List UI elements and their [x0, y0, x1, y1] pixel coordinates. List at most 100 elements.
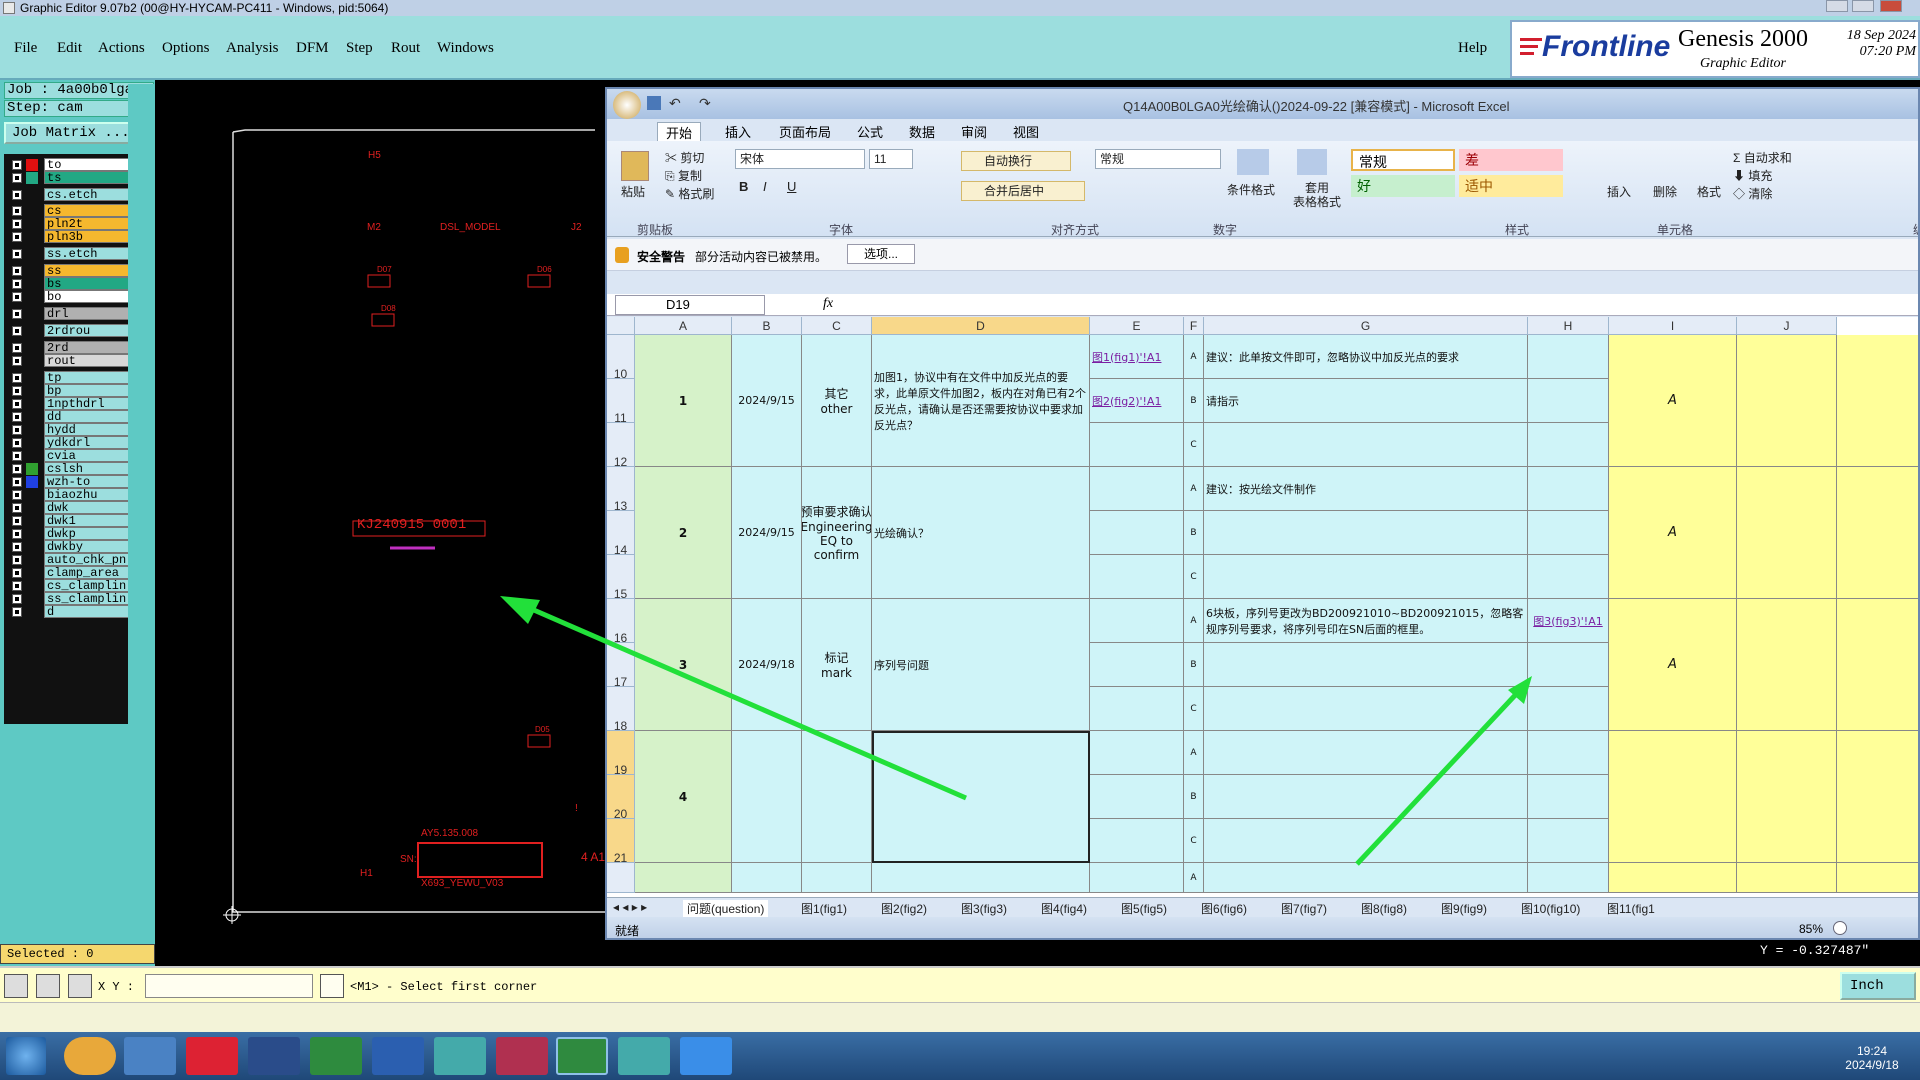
figure-link[interactable]: 图2(fig2)'!A1 — [1092, 393, 1161, 409]
excel-window[interactable]: ↶ ↷ Q14A00B0LGA0光绘确认()2024-09-22 [兼容模式] … — [605, 87, 1920, 940]
layer-checkbox[interactable] — [12, 292, 22, 302]
figure-link-cell[interactable] — [1090, 731, 1184, 775]
layer-row[interactable]: bp — [8, 384, 130, 397]
partial-cell[interactable] — [732, 863, 802, 893]
layer-name[interactable]: 2rdrou — [44, 324, 130, 337]
row-header[interactable]: 11 — [607, 379, 635, 425]
tab-formulas[interactable]: 公式 — [857, 122, 883, 141]
option-text-cell[interactable] — [1204, 775, 1528, 819]
figure-link-cell[interactable] — [1090, 819, 1184, 863]
layer-checkbox[interactable] — [12, 309, 22, 319]
taskbar-app-eye[interactable] — [434, 1037, 486, 1075]
layer-name[interactable]: wzh-to — [44, 475, 130, 488]
h-cell[interactable] — [1528, 423, 1609, 467]
layer-row[interactable]: ss_clamplin — [8, 592, 130, 605]
row-header[interactable]: 15 — [607, 555, 635, 601]
measure-tool-button[interactable] — [36, 974, 60, 998]
row-header[interactable]: 14 — [607, 511, 635, 557]
table-format-button[interactable]: 套用 表格格式 — [1293, 181, 1341, 209]
layer-name[interactable]: auto_chk_pn — [44, 553, 130, 566]
layer-row[interactable]: drl — [8, 307, 130, 320]
issue-number-cell[interactable]: 3 — [635, 599, 732, 731]
layer-name[interactable]: drl — [44, 307, 130, 320]
layer-color-swatch[interactable] — [26, 342, 38, 354]
layer-color-swatch[interactable] — [26, 528, 38, 540]
layer-name[interactable]: 1npthdrl — [44, 397, 130, 410]
partial-cell[interactable]: A — [1184, 863, 1204, 893]
h-cell[interactable] — [1528, 819, 1609, 863]
partial-cell[interactable] — [1609, 863, 1737, 893]
table-format-icon[interactable] — [1297, 149, 1327, 175]
layer-checkbox[interactable] — [12, 160, 22, 170]
layer-row[interactable]: dwk — [8, 501, 130, 514]
conditional-format-button[interactable]: 条件格式 — [1227, 181, 1275, 198]
cut-button[interactable]: ✂ 剪切 — [665, 149, 704, 166]
issue-date-cell[interactable]: 2024/9/15 — [732, 467, 802, 599]
column-header[interactable]: H — [1528, 317, 1609, 335]
layer-color-swatch[interactable] — [26, 372, 38, 384]
partial-cell[interactable] — [1737, 863, 1837, 893]
column-header[interactable]: J — [1737, 317, 1837, 335]
layer-row[interactable]: cslsh — [8, 462, 130, 475]
menu-dfm[interactable]: DFM — [296, 40, 329, 57]
layer-name[interactable]: ss_clamplin — [44, 592, 130, 605]
layer-color-swatch[interactable] — [26, 159, 38, 171]
tab-review[interactable]: 审阅 — [961, 122, 987, 141]
layer-row[interactable]: rout — [8, 354, 130, 367]
style-good[interactable]: 好 — [1351, 175, 1455, 197]
office-button[interactable] — [613, 91, 641, 119]
h-cell[interactable] — [1528, 555, 1609, 599]
layer-row[interactable]: dwkby — [8, 540, 130, 553]
layer-row[interactable]: to — [8, 158, 130, 171]
layer-checkbox[interactable] — [12, 581, 22, 591]
column-header[interactable]: A — [635, 317, 732, 335]
figure-link-cell[interactable]: 图1(fig1)'!A1 — [1090, 335, 1184, 379]
layer-row[interactable]: d — [8, 605, 130, 618]
layer-checkbox[interactable] — [12, 425, 22, 435]
style-bad[interactable]: 差 — [1459, 149, 1563, 171]
menu-file[interactable]: File — [14, 40, 37, 57]
layer-color-swatch[interactable] — [26, 205, 38, 217]
figure-link[interactable]: 图3(fig3)'!A1 — [1533, 613, 1602, 629]
layer-row[interactable]: cvia — [8, 449, 130, 462]
layer-color-swatch[interactable] — [26, 593, 38, 605]
layer-name[interactable]: rout — [44, 354, 130, 367]
layer-color-swatch[interactable] — [26, 476, 38, 488]
layer-checkbox[interactable] — [12, 279, 22, 289]
minimize-button[interactable] — [1826, 0, 1848, 12]
partial-cell[interactable] — [1090, 863, 1184, 893]
option-text-cell[interactable]: 6块板，序列号更改为BD200921010~BD200921015，忽略客规序列… — [1204, 599, 1528, 643]
column-header[interactable]: F — [1184, 317, 1204, 335]
column-header[interactable]: E — [1090, 317, 1184, 335]
layer-color-swatch[interactable] — [26, 265, 38, 277]
layer-checkbox[interactable] — [12, 343, 22, 353]
style-neutral[interactable]: 适中 — [1459, 175, 1563, 197]
layer-name[interactable]: dwk — [44, 501, 130, 514]
figure-link-cell[interactable] — [1090, 423, 1184, 467]
result-cell[interactable]: A — [1609, 467, 1737, 599]
unit-toggle-button[interactable]: Inch — [1840, 972, 1916, 1000]
copy-button[interactable]: ⎘ 复制 — [665, 167, 702, 184]
layer-row[interactable]: cs — [8, 204, 130, 217]
issue-date-cell[interactable]: 2024/9/18 — [732, 599, 802, 731]
layer-checkbox[interactable] — [12, 490, 22, 500]
h-cell[interactable]: 图3(fig3)'!A1 — [1528, 599, 1609, 643]
zoom-out-button[interactable] — [1833, 921, 1847, 935]
row-header[interactable]: 16 — [607, 599, 635, 645]
menu-edit[interactable]: Edit — [57, 40, 82, 57]
close-button[interactable] — [1880, 0, 1902, 12]
layer-color-swatch[interactable] — [26, 450, 38, 462]
issue-description-cell[interactable] — [872, 731, 1090, 863]
option-text-cell[interactable] — [1204, 555, 1528, 599]
layer-color-swatch[interactable] — [26, 567, 38, 579]
layer-checkbox[interactable] — [12, 555, 22, 565]
layer-row[interactable]: auto_chk_pn — [8, 553, 130, 566]
info-button[interactable] — [320, 974, 344, 998]
number-format-select[interactable]: 常规 — [1095, 149, 1221, 169]
layer-checkbox[interactable] — [12, 190, 22, 200]
issue-type-cell[interactable] — [802, 731, 872, 863]
layer-checkbox[interactable] — [12, 373, 22, 383]
layer-row[interactable]: ss.etch — [8, 247, 130, 260]
layer-row[interactable]: ts — [8, 171, 130, 184]
tab-insert[interactable]: 插入 — [725, 122, 751, 141]
